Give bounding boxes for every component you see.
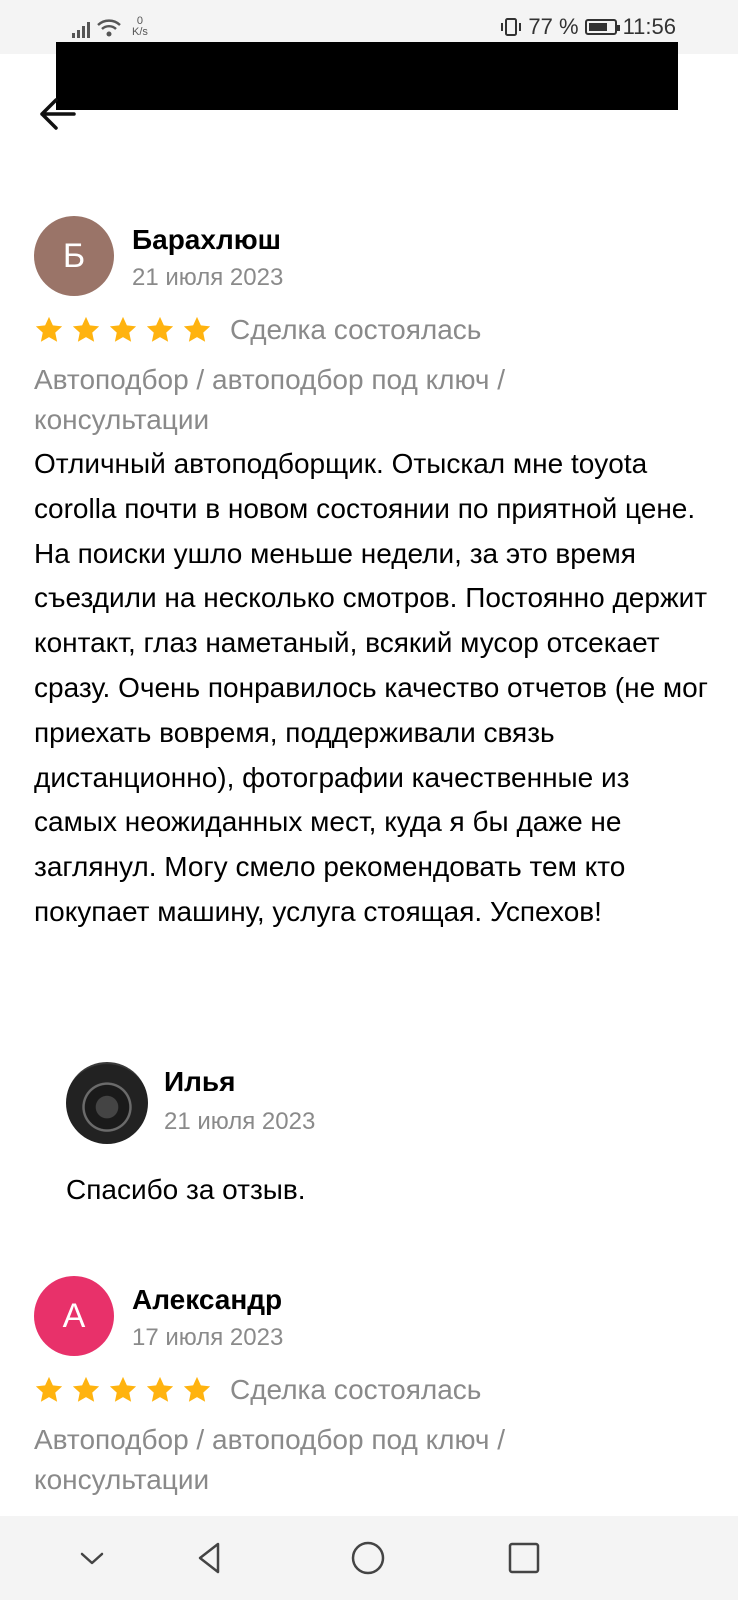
- review-author[interactable]: Барахлюш: [132, 224, 281, 256]
- star-icon: [109, 316, 137, 342]
- wifi-icon: [97, 19, 121, 37]
- avatar[interactable]: А: [34, 1276, 114, 1356]
- system-nav-bar: [0, 1516, 738, 1600]
- deal-status: Сделка состоялась: [230, 1374, 482, 1405]
- back-arrow-icon[interactable]: [34, 92, 78, 136]
- deal-status: Сделка состоялась: [230, 314, 482, 345]
- nav-back-icon[interactable]: [188, 1536, 232, 1580]
- review-author[interactable]: Александр: [132, 1284, 282, 1316]
- battery-fill: [588, 23, 607, 31]
- battery-percent: 77 %: [528, 14, 579, 39]
- star-icon: [146, 1376, 174, 1402]
- rating-row: Сделка состоялась: [34, 314, 481, 346]
- network-speed: 0 K/s: [132, 15, 148, 38]
- clock: 11:56: [622, 14, 676, 39]
- star-icon: [183, 1376, 211, 1402]
- review-category: Автоподбор / автоподбор под ключ / консу…: [34, 364, 505, 435]
- redacted-header: [56, 42, 678, 110]
- reply-date: 21 июля 2023: [164, 1108, 316, 1135]
- status-left: 0 K/s: [72, 16, 148, 38]
- rating-row: Сделка состоялась: [34, 1374, 481, 1406]
- battery-icon: [584, 19, 620, 35]
- review-category: Автоподбор / автоподбор под ключ / консу…: [34, 1424, 505, 1495]
- review-date: 21 июля 2023: [132, 264, 284, 291]
- vibrate-icon: [501, 18, 522, 36]
- review-text: Отличный автоподборщик. Отыскал мне toyo…: [34, 448, 708, 927]
- reply-text: Спасибо за отзыв.: [66, 1174, 306, 1205]
- star-icon: [146, 316, 174, 342]
- avatar[interactable]: Б: [34, 216, 114, 296]
- reply-avatar[interactable]: [66, 1062, 148, 1144]
- signal-icon: [72, 20, 90, 38]
- review-date: 17 июля 2023: [132, 1324, 284, 1351]
- star-icon: [35, 1376, 63, 1402]
- star-icon: [35, 316, 63, 342]
- star-icon: [183, 316, 211, 342]
- reply-author[interactable]: Илья: [164, 1066, 235, 1098]
- star-icon: [72, 316, 100, 342]
- nav-home-icon[interactable]: [346, 1536, 390, 1580]
- status-right: 77 % 11:56: [500, 14, 676, 40]
- nav-recents-icon[interactable]: [502, 1536, 546, 1580]
- nav-collapse-icon[interactable]: [70, 1536, 114, 1580]
- star-icon: [109, 1376, 137, 1402]
- star-icon: [72, 1376, 100, 1402]
